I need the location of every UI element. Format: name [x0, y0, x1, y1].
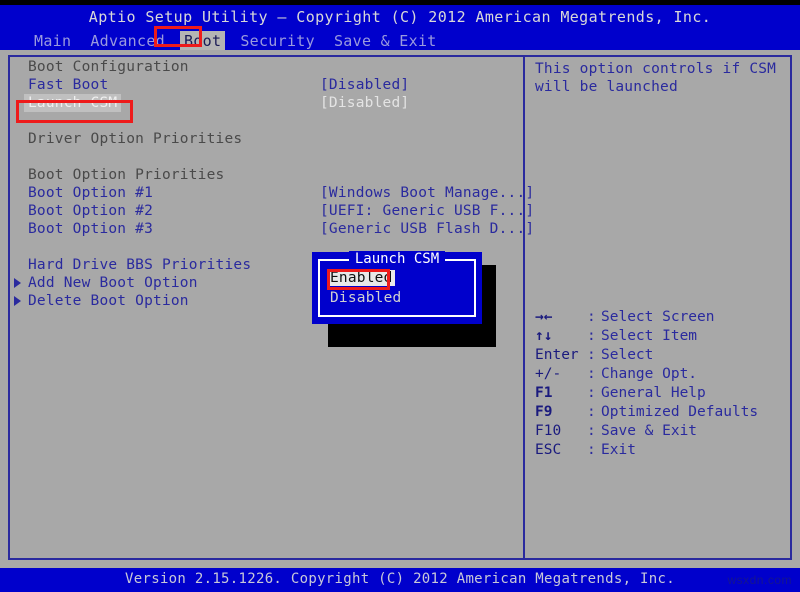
header-bar: Aptio Setup Utility – Copyright (C) 2012… — [0, 5, 800, 50]
footer-bar: Version 2.15.1226. Copyright (C) 2012 Am… — [0, 568, 800, 592]
key-separator: : — [587, 403, 601, 422]
key-name: ↑↓ — [535, 327, 587, 346]
submenu-triangle-icon — [14, 296, 21, 306]
key-name: F1 — [535, 384, 587, 403]
key-name: ESC — [535, 441, 587, 460]
help-pane: This option controls if CSM will be laun… — [535, 60, 785, 96]
key-separator: : — [587, 346, 601, 365]
setting-label: Boot Option #2 — [28, 202, 153, 220]
setting-label: Boot Configuration — [28, 58, 189, 76]
setting-row-driver-option-priorities: Driver Option Priorities — [14, 130, 519, 148]
key-legend-row: ↑↓:Select Item — [535, 327, 790, 346]
key-legend-row: +/-:Change Opt. — [535, 365, 790, 384]
app-title: Aptio Setup Utility – Copyright (C) 2012… — [0, 8, 800, 26]
menu-item-advanced[interactable]: Advanced — [86, 31, 169, 51]
key-action: Change Opt. — [601, 365, 697, 384]
key-separator: : — [587, 365, 601, 384]
setting-label: Hard Drive BBS Priorities — [28, 256, 251, 274]
key-action: Select Screen — [601, 308, 715, 327]
key-name: +/- — [535, 365, 587, 384]
key-separator: : — [587, 327, 601, 346]
setting-label: Boot Option Priorities — [28, 166, 224, 184]
dialog-border — [318, 259, 476, 317]
setting-label: Boot Option #3 — [28, 220, 153, 238]
setting-row-boot-option-1[interactable]: Boot Option #1[Windows Boot Manage...] — [14, 184, 519, 202]
key-name: →← — [535, 308, 587, 327]
setting-row-boot-option-2[interactable]: Boot Option #2[UEFI: Generic USB F...] — [14, 202, 519, 220]
setting-label: Add New Boot Option — [28, 274, 198, 292]
key-separator: : — [587, 441, 601, 460]
key-legend: →←:Select Screen↑↓:Select ItemEnter:Sele… — [535, 308, 790, 460]
key-legend-row: F10:Save & Exit — [535, 422, 790, 441]
watermark: wsxdn.com — [727, 573, 792, 587]
key-name: F10 — [535, 422, 587, 441]
key-separator: : — [587, 422, 601, 441]
setting-row-boot-option-3[interactable]: Boot Option #3[Generic USB Flash D...] — [14, 220, 519, 238]
key-action: Select Item — [601, 327, 697, 346]
dialog-option-disabled[interactable]: Disabled — [330, 290, 401, 306]
setting-row-boot-option-priorities: Boot Option Priorities — [14, 166, 519, 184]
setting-row-boot-configuration: Boot Configuration — [14, 58, 519, 76]
key-legend-row: F1:General Help — [535, 384, 790, 403]
dialog-option-enabled[interactable]: Enabled — [328, 270, 395, 286]
key-action: Optimized Defaults — [601, 403, 758, 422]
setting-label: Delete Boot Option — [28, 292, 189, 310]
menu-item-main[interactable]: Main — [30, 31, 75, 51]
launch-csm-dialog[interactable]: Launch CSM Enabled Disabled — [312, 252, 482, 324]
bios-setup-screen: Aptio Setup Utility – Copyright (C) 2012… — [0, 0, 800, 592]
menu-bar[interactable]: Main Advanced Boot Security Save & Exit — [30, 31, 441, 51]
dialog-title: Launch CSM — [312, 251, 482, 267]
setting-label: Launch CSM — [24, 94, 121, 112]
setting-value[interactable]: [UEFI: Generic USB F...] — [320, 202, 534, 220]
dialog-title-text: Launch CSM — [349, 251, 445, 267]
key-legend-row: F9:Optimized Defaults — [535, 403, 790, 422]
setting-row-launch-csm[interactable]: Launch CSM [Disabled] — [14, 94, 519, 112]
setting-label: Fast Boot — [28, 76, 108, 94]
key-action: Select — [601, 346, 653, 365]
key-action: General Help — [601, 384, 706, 403]
setting-label: Boot Option #1 — [28, 184, 153, 202]
key-legend-row: Enter:Select — [535, 346, 790, 365]
menu-item-security[interactable]: Security — [236, 31, 319, 51]
key-legend-row: ESC:Exit — [535, 441, 790, 460]
key-action: Exit — [601, 441, 636, 460]
menu-item-boot[interactable]: Boot — [180, 31, 225, 51]
version-text: Version 2.15.1226. Copyright (C) 2012 Am… — [0, 571, 800, 587]
key-legend-row: →←:Select Screen — [535, 308, 790, 327]
setting-value[interactable]: [Disabled] — [320, 76, 409, 94]
setting-value[interactable]: [Windows Boot Manage...] — [320, 184, 534, 202]
setting-value[interactable]: [Disabled] — [320, 94, 409, 112]
key-separator: : — [587, 384, 601, 403]
setting-row-fast-boot[interactable]: Fast Boot [Disabled] — [14, 76, 519, 94]
submenu-triangle-icon — [14, 278, 21, 288]
list-spacer — [14, 148, 519, 166]
key-separator: : — [587, 308, 601, 327]
help-text: This option controls if CSM will be laun… — [535, 60, 785, 96]
key-name: F9 — [535, 403, 587, 422]
setting-value[interactable]: [Generic USB Flash D...] — [320, 220, 534, 238]
list-spacer — [14, 112, 519, 130]
panel-divider — [523, 55, 525, 560]
menu-item-save-exit[interactable]: Save & Exit — [330, 31, 441, 51]
key-action: Save & Exit — [601, 422, 697, 441]
key-name: Enter — [535, 346, 587, 365]
setting-label: Driver Option Priorities — [28, 130, 242, 148]
